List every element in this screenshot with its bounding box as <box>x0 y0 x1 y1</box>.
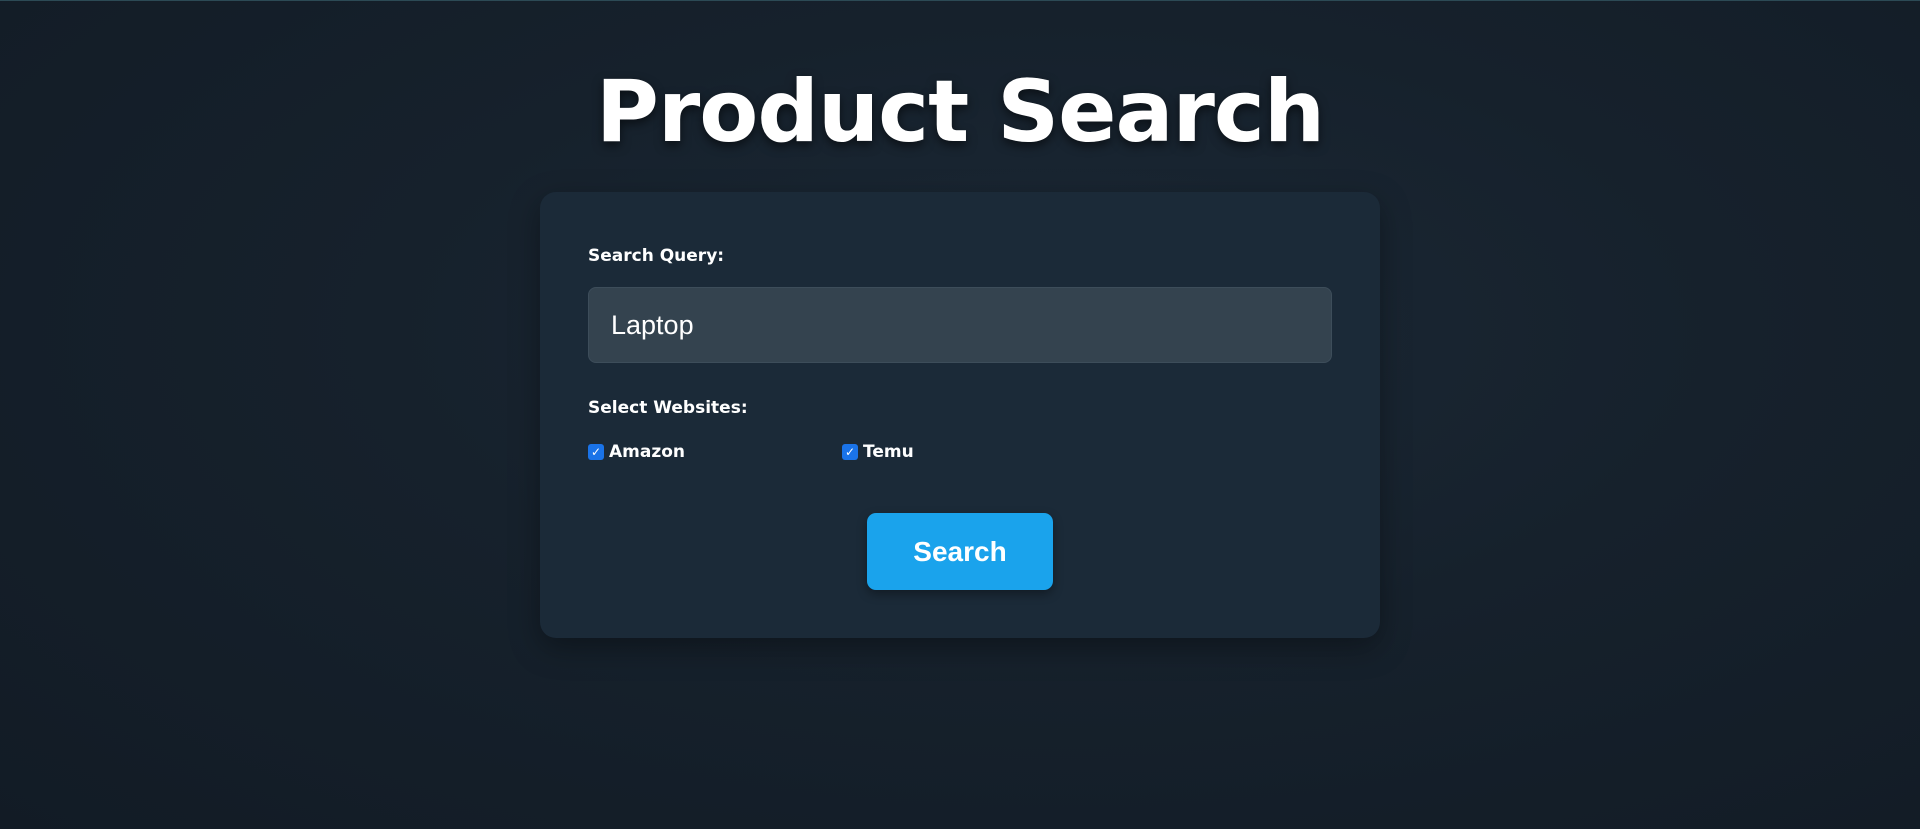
top-border <box>0 0 1920 1</box>
search-form-card: Search Query: Select Websites: ✓ Amazon … <box>540 192 1380 638</box>
checkmark-icon: ✓ <box>590 445 602 459</box>
website-option-amazon[interactable]: ✓ Amazon <box>588 442 685 462</box>
checkmark-icon: ✓ <box>844 445 856 459</box>
search-query-label: Search Query: <box>588 246 725 266</box>
search-query-input[interactable] <box>588 287 1332 363</box>
website-option-temu[interactable]: ✓ Temu <box>842 442 914 462</box>
temu-label: Temu <box>863 442 914 462</box>
search-button[interactable]: Search <box>867 513 1053 590</box>
page-title: Product Search <box>595 62 1325 162</box>
amazon-checkbox[interactable]: ✓ <box>588 444 604 460</box>
temu-checkbox[interactable]: ✓ <box>842 444 858 460</box>
select-websites-label: Select Websites: <box>588 398 748 418</box>
amazon-label: Amazon <box>609 442 686 462</box>
